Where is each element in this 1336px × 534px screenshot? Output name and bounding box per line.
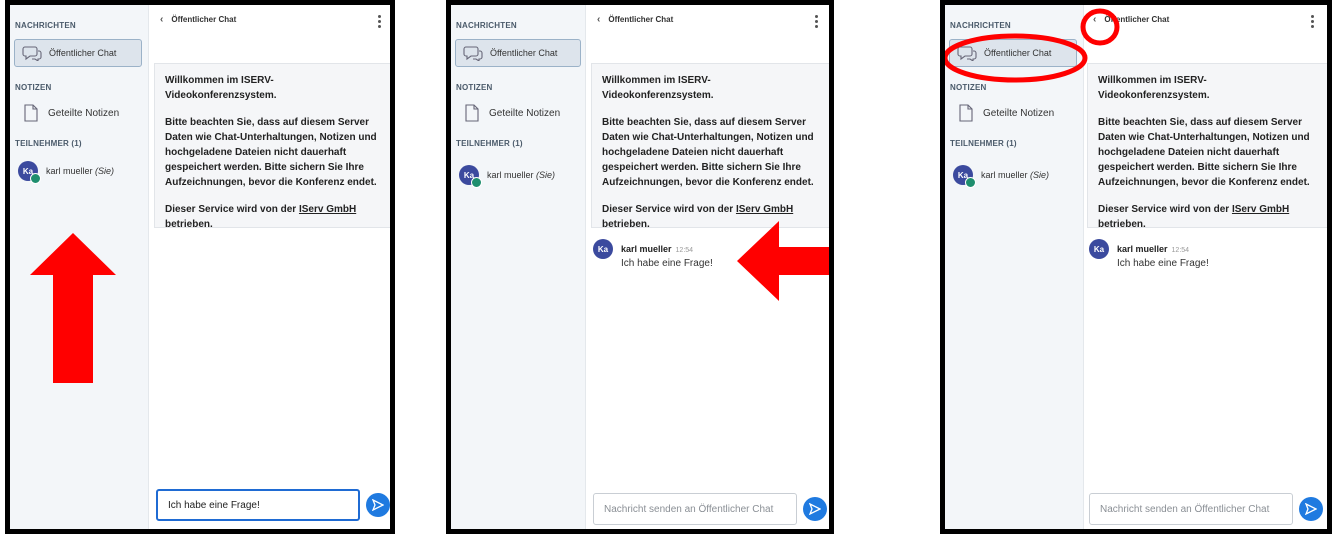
annotation-arrow-left bbox=[737, 221, 829, 301]
sidebar-item-label: Geteilte Notizen bbox=[983, 107, 1055, 119]
sidebar: NACHRICHTEN Öffentlicher Chat NOTIZEN Ge… bbox=[10, 5, 149, 529]
section-title-nachrichten: NACHRICHTEN bbox=[456, 21, 517, 30]
section-title-teilnehmer: TEILNEHMER (1) bbox=[456, 139, 523, 148]
microphone-icon bbox=[965, 177, 976, 188]
message-input[interactable]: Nachricht senden an Öffentlicher Chat bbox=[593, 493, 797, 525]
chat-title: Öffentlicher Chat bbox=[608, 14, 674, 24]
sidebar-item-label: Öffentlicher Chat bbox=[490, 48, 558, 58]
welcome-title: Willkommen im ISERV-Videokonferenzsystem… bbox=[165, 75, 277, 101]
avatar: Ka bbox=[953, 165, 976, 188]
welcome-title: Willkommen im ISERV-Videokonferenzsystem… bbox=[602, 75, 714, 101]
message-input[interactable]: Ich habe eine Frage! bbox=[156, 489, 360, 521]
iserv-link[interactable]: IServ GmbH bbox=[1232, 204, 1289, 215]
section-title-teilnehmer: TEILNEHMER (1) bbox=[950, 139, 1017, 148]
message-author: karl mueller bbox=[621, 244, 672, 254]
welcome-notice: Bitte beachten Sie, dass auf diesem Serv… bbox=[602, 117, 814, 188]
message-text: Ich habe eine Frage! bbox=[1117, 258, 1209, 269]
send-icon bbox=[809, 503, 821, 515]
send-button[interactable] bbox=[366, 493, 390, 517]
section-title-notizen: NOTIZEN bbox=[456, 83, 493, 92]
annotation-arrow-up bbox=[30, 233, 116, 383]
document-icon bbox=[461, 104, 483, 122]
chat-title: Öffentlicher Chat bbox=[171, 14, 237, 24]
sidebar-item-shared-notes[interactable]: Geteilte Notizen bbox=[949, 99, 1077, 127]
message-text: Ich habe eine Frage! bbox=[621, 258, 713, 269]
chat-header: ‹ Öffentlicher Chat bbox=[597, 5, 673, 33]
avatar: Ka bbox=[1089, 239, 1109, 259]
screenshot-panel-3: NACHRICHTEN Öffentlicher Chat NOTIZEN Ge… bbox=[940, 0, 1332, 534]
more-options-icon[interactable] bbox=[815, 15, 818, 30]
annotation-circle-chat-item bbox=[945, 33, 1088, 83]
microphone-icon bbox=[471, 177, 482, 188]
avatar: Ka bbox=[459, 165, 482, 188]
send-icon bbox=[1305, 503, 1317, 515]
welcome-message: Willkommen im ISERV-Videokonferenzsystem… bbox=[154, 63, 390, 230]
message-input[interactable]: Nachricht senden an Öffentlicher Chat bbox=[1089, 493, 1293, 525]
participant-item[interactable]: Ka karl mueller (Sie) bbox=[459, 165, 556, 188]
section-title-teilnehmer: TEILNEHMER (1) bbox=[15, 139, 82, 148]
microphone-icon bbox=[30, 173, 41, 184]
participant-item[interactable]: Ka karl mueller (Sie) bbox=[18, 161, 115, 184]
participant-item[interactable]: Ka karl mueller (Sie) bbox=[953, 165, 1050, 188]
sidebar-item-label: Geteilte Notizen bbox=[489, 107, 561, 119]
more-options-icon[interactable] bbox=[378, 15, 381, 30]
screenshot-panel-2: NACHRICHTEN Öffentlicher Chat NOTIZEN Ge… bbox=[446, 0, 834, 534]
participant-name: karl mueller bbox=[487, 170, 534, 180]
sidebar: NACHRICHTEN Öffentlicher Chat NOTIZEN Ge… bbox=[451, 5, 586, 529]
avatar: Ka bbox=[593, 239, 613, 259]
chat-icon bbox=[21, 44, 43, 62]
document-icon bbox=[955, 104, 977, 122]
welcome-footer: Dieser Service wird von der IServ GmbH be… bbox=[1098, 204, 1290, 230]
message-time: 12:54 bbox=[1171, 247, 1190, 254]
send-button[interactable] bbox=[803, 497, 827, 521]
send-icon bbox=[372, 499, 384, 511]
welcome-notice: Bitte beachten Sie, dass auf diesem Serv… bbox=[1098, 117, 1310, 188]
chat-header: ‹ Öffentlicher Chat bbox=[160, 5, 236, 33]
section-title-notizen: NOTIZEN bbox=[15, 83, 52, 92]
message-time: 12:54 bbox=[675, 247, 694, 254]
chevron-left-icon[interactable]: ‹ bbox=[160, 14, 163, 25]
sidebar-item-label: Geteilte Notizen bbox=[48, 107, 120, 119]
sidebar-item-public-chat[interactable]: Öffentlicher Chat bbox=[14, 39, 142, 67]
participant-you-label: (Sie) bbox=[95, 166, 115, 176]
send-button[interactable] bbox=[1299, 497, 1323, 521]
participant-name: karl mueller bbox=[46, 166, 93, 176]
more-options-icon[interactable] bbox=[1311, 15, 1314, 30]
participant-you-label: (Sie) bbox=[1030, 170, 1050, 180]
chat-message: Ka karl mueller 12:54 Ich habe eine Frage… bbox=[1089, 239, 1209, 269]
sidebar-item-shared-notes[interactable]: Geteilte Notizen bbox=[14, 99, 142, 127]
welcome-message: Willkommen im ISERV-Videokonferenzsystem… bbox=[1087, 63, 1327, 230]
participant-you-label: (Sie) bbox=[536, 170, 556, 180]
welcome-message: Willkommen im ISERV-Videokonferenzsystem… bbox=[591, 63, 829, 230]
document-icon bbox=[20, 104, 42, 122]
sidebar-item-label: Öffentlicher Chat bbox=[49, 48, 117, 58]
screenshot-panel-1: NACHRICHTEN Öffentlicher Chat NOTIZEN Ge… bbox=[5, 0, 395, 534]
message-author: karl mueller bbox=[1117, 244, 1168, 254]
section-title-nachrichten: NACHRICHTEN bbox=[15, 21, 76, 30]
welcome-title: Willkommen im ISERV-Videokonferenzsystem… bbox=[1098, 75, 1210, 101]
chevron-left-icon[interactable]: ‹ bbox=[597, 14, 600, 25]
avatar: Ka bbox=[18, 161, 41, 184]
iserv-link[interactable]: IServ GmbH bbox=[736, 204, 793, 215]
sidebar-item-shared-notes[interactable]: Geteilte Notizen bbox=[455, 99, 581, 127]
iserv-link[interactable]: IServ GmbH bbox=[299, 204, 356, 215]
annotation-circle-back bbox=[1080, 8, 1120, 46]
participant-name: karl mueller bbox=[981, 170, 1028, 180]
welcome-notice: Bitte beachten Sie, dass auf diesem Serv… bbox=[165, 117, 377, 188]
chat-icon bbox=[462, 44, 484, 62]
welcome-footer: Dieser Service wird von der IServ GmbH be… bbox=[165, 204, 357, 230]
chat-message: Ka karl mueller 12:54 Ich habe eine Frage… bbox=[593, 239, 713, 269]
sidebar-item-public-chat[interactable]: Öffentlicher Chat bbox=[455, 39, 581, 67]
section-title-nachrichten: NACHRICHTEN bbox=[950, 21, 1011, 30]
